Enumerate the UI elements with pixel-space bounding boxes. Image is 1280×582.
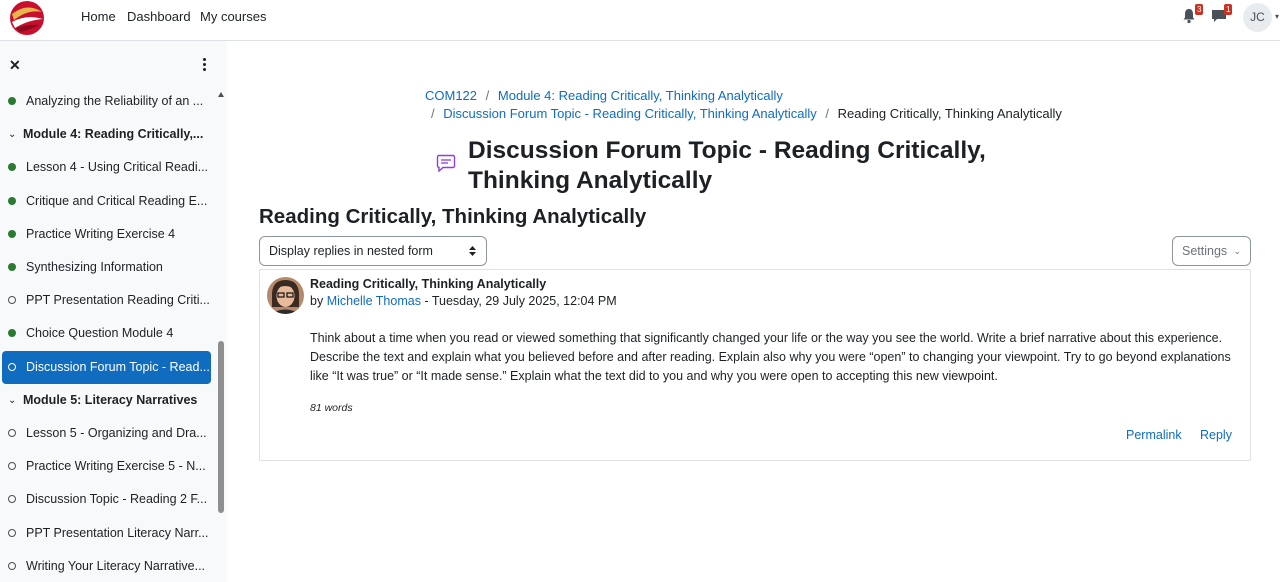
incomplete-dot-icon bbox=[8, 296, 16, 305]
nav-my-courses-link[interactable]: My courses bbox=[200, 9, 266, 25]
select-arrows-icon bbox=[469, 246, 476, 256]
discussion-title: Reading Critically, Thinking Analyticall… bbox=[259, 205, 647, 228]
incomplete-dot-icon bbox=[8, 495, 16, 504]
settings-label: Settings bbox=[1182, 244, 1228, 258]
messages-badge: 1 bbox=[1224, 4, 1233, 15]
top-navbar: Home Dashboard My courses 3 1 JC ▾ bbox=[0, 0, 1280, 41]
nav-home-link[interactable]: Home bbox=[81, 9, 116, 25]
completion-dot-icon bbox=[8, 329, 16, 338]
chevron-down-icon[interactable]: ⌄ bbox=[8, 384, 16, 417]
completion-dot-icon bbox=[8, 97, 16, 105]
sidebar-item-label: Synthesizing Information bbox=[26, 260, 163, 274]
byline-prefix: by bbox=[310, 294, 324, 308]
sidebar-item-label: Lesson 4 - Using Critical Readi... bbox=[26, 160, 209, 175]
course-index-drawer: ✕ Analyzing the Reliability of an ... ⌄ Mo… bbox=[0, 41, 227, 582]
chevron-down-icon: ⌄ bbox=[1233, 246, 1241, 256]
course-activity-item[interactable]: Practice Writing Exercise 4 bbox=[0, 218, 215, 251]
course-activity-item[interactable]: PPT Presentation Literacy Narr... bbox=[0, 517, 215, 550]
breadcrumb: COM122 / Module 4: Reading Critically, T… bbox=[425, 88, 783, 104]
reply-link[interactable]: Reply bbox=[1200, 428, 1232, 443]
sidebar-item-label: Lesson 5 - Organizing and Dra... bbox=[26, 426, 207, 440]
post-date: - Tuesday, 29 July 2025, 12:04 PM bbox=[420, 294, 617, 308]
sidebar-item-label: Choice Question Module 4 bbox=[26, 326, 174, 341]
incomplete-dot-icon bbox=[8, 429, 16, 437]
word-count: 81 words bbox=[310, 402, 353, 414]
display-mode-value: Display replies in nested form bbox=[269, 244, 433, 258]
course-activity-item[interactable]: Discussion Topic - Reading 2 F... bbox=[0, 483, 215, 516]
post-subject: Reading Critically, Thinking Analyticall… bbox=[310, 277, 547, 291]
sidebar-scrollbar[interactable] bbox=[218, 341, 224, 513]
user-menu-chevron-icon[interactable]: ▾ bbox=[1275, 12, 1280, 21]
breadcrumb-course-link[interactable]: COM122 bbox=[425, 88, 477, 103]
nav-dashboard-link[interactable]: Dashboard bbox=[127, 9, 191, 25]
scroll-up-arrow-icon[interactable] bbox=[218, 92, 224, 97]
notifications-badge: 3 bbox=[1195, 4, 1204, 15]
sidebar-item-label: Module 4: Reading Critically,... bbox=[23, 127, 204, 142]
site-logo[interactable] bbox=[6, 0, 48, 36]
forum-icon bbox=[436, 154, 456, 173]
incomplete-dot-icon bbox=[8, 528, 16, 537]
course-activity-item[interactable]: Writing Your Literacy Narrative... bbox=[0, 550, 215, 582]
sidebar-item-label: Critique and Critical Reading E... bbox=[26, 193, 208, 208]
course-section-item[interactable]: ⌄ Module 5: Literacy Narratives bbox=[0, 384, 215, 417]
sidebar-item-label: PPT Presentation Literacy Narr... bbox=[26, 525, 209, 540]
breadcrumb-separator: / bbox=[825, 106, 830, 121]
post-byline: by Michelle Thomas - Tuesday, 29 July 20… bbox=[310, 294, 617, 309]
post-content: Think about a time when you read or view… bbox=[310, 331, 1231, 383]
course-activity-item[interactable]: Analyzing the Reliability of an ... bbox=[0, 85, 215, 118]
course-activity-item[interactable]: Synthesizing Information bbox=[0, 251, 215, 284]
completion-dot-icon bbox=[8, 263, 16, 271]
chevron-down-icon[interactable]: ⌄ bbox=[8, 118, 16, 151]
sidebar-item-label: Analyzing the Reliability of an ... bbox=[26, 94, 204, 108]
sidebar-item-label: Writing Your Literacy Narrative... bbox=[26, 558, 206, 573]
course-activity-item[interactable]: Choice Question Module 4 bbox=[0, 317, 215, 350]
course-activity-item[interactable]: Lesson 4 - Using Critical Readi... bbox=[0, 151, 215, 184]
display-mode-select[interactable]: Display replies in nested form bbox=[259, 236, 487, 266]
bell-icon[interactable] bbox=[1182, 8, 1196, 24]
course-activity-item[interactable]: Critique and Critical Reading E... bbox=[0, 185, 215, 218]
close-icon[interactable]: ✕ bbox=[9, 57, 21, 73]
course-activity-item[interactable]: PPT Presentation Reading Criti... bbox=[0, 284, 215, 317]
incomplete-dot-icon bbox=[8, 561, 16, 570]
incomplete-dot-icon bbox=[8, 462, 16, 471]
author-link[interactable]: Michelle Thomas bbox=[327, 294, 421, 308]
sidebar-item-label: Practice Writing Exercise 5 - N... bbox=[26, 459, 206, 474]
breadcrumb-line-2: / Discussion Forum Topic - Reading Criti… bbox=[431, 106, 1062, 122]
breadcrumb-forum-link[interactable]: Discussion Forum Topic - Reading Critica… bbox=[443, 106, 817, 121]
kebab-menu-icon[interactable] bbox=[200, 57, 208, 73]
course-activity-item[interactable]: Lesson 5 - Organizing and Dra... bbox=[0, 417, 215, 450]
completion-dot-icon bbox=[8, 229, 16, 238]
permalink-link[interactable]: Permalink bbox=[1126, 428, 1182, 443]
completion-dot-icon bbox=[8, 163, 16, 172]
sidebar-item-label: Discussion Forum Topic - Read... bbox=[26, 359, 210, 374]
incomplete-dot-icon bbox=[8, 362, 16, 371]
sidebar-item-label: Module 5: Literacy Narratives bbox=[23, 392, 198, 407]
breadcrumb-current: Reading Critically, Thinking Analyticall… bbox=[837, 106, 1062, 121]
breadcrumb-module-link[interactable]: Module 4: Reading Critically, Thinking A… bbox=[498, 88, 783, 103]
sidebar-item-label: Practice Writing Exercise 4 bbox=[26, 226, 176, 241]
breadcrumb-separator: / bbox=[485, 88, 490, 103]
breadcrumb-separator: / bbox=[431, 106, 435, 121]
course-section-item[interactable]: ⌄ Module 4: Reading Critically,... bbox=[0, 118, 215, 151]
course-activity-item[interactable]: Discussion Forum Topic - Read... bbox=[2, 350, 211, 384]
page-title: Discussion Forum Topic - Reading Critica… bbox=[468, 137, 986, 194]
sidebar-item-label: PPT Presentation Reading Criti... bbox=[26, 293, 210, 308]
user-avatar[interactable]: JC bbox=[1243, 3, 1272, 32]
forum-post: Reading Critically, Thinking Analyticall… bbox=[259, 269, 1251, 461]
sidebar-item-label: Discussion Topic - Reading 2 F... bbox=[26, 492, 208, 507]
author-avatar[interactable] bbox=[267, 277, 304, 314]
course-activity-item[interactable]: Practice Writing Exercise 5 - N... bbox=[0, 450, 215, 483]
completion-dot-icon bbox=[8, 196, 16, 205]
settings-dropdown-button[interactable]: Settings ⌄ bbox=[1172, 236, 1251, 266]
